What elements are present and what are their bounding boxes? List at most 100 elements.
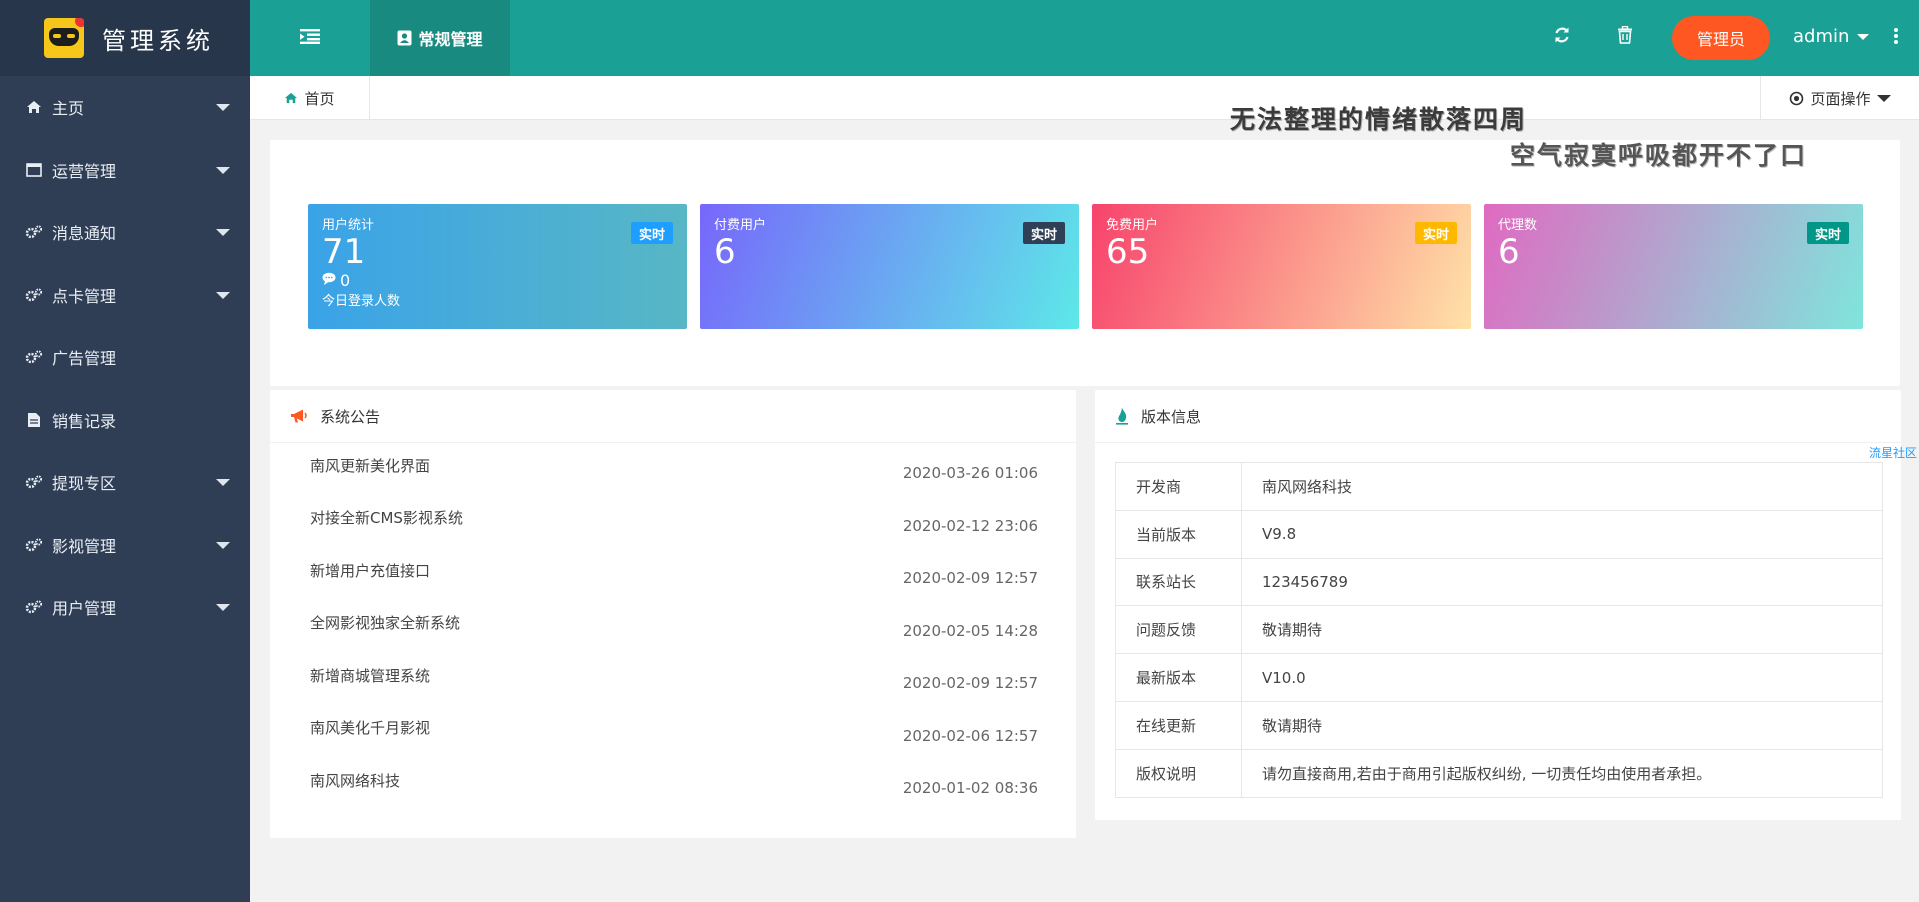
role-button[interactable]: 管理员: [1672, 16, 1770, 60]
table-row: 版权说明 请勿直接商用,若由于商用引起版权纠纷, 一切责任均由使用者承担。: [1115, 748, 1883, 798]
version-value: 南风网络科技: [1241, 462, 1883, 511]
list-item[interactable]: 全网影视独家全新系统 2020-02-05 14:28: [310, 601, 1038, 654]
announcement-title[interactable]: 全网影视独家全新系统: [310, 612, 460, 633]
bullhorn-icon: [290, 408, 308, 424]
announcement-title[interactable]: 南风更新美化界面: [310, 455, 430, 476]
table-row: 在线更新 敬请期待: [1115, 700, 1883, 750]
list-item[interactable]: 新增用户充值接口 2020-02-09 12:57: [310, 548, 1038, 601]
home-icon: [24, 100, 44, 114]
table-row: 当前版本 V9.8: [1115, 509, 1883, 559]
announcement-date: 2020-02-12 23:06: [902, 516, 1038, 535]
caret-down-icon: [216, 479, 230, 487]
list-item[interactable]: 南风更新美化界面 2020-03-26 01:06: [310, 443, 1038, 496]
stat-sub-value: 0: [340, 271, 351, 290]
sidebar-item-notifications[interactable]: 消息通知: [0, 201, 250, 264]
announcement-title[interactable]: 南风美化千月影视: [310, 717, 430, 738]
stat-label: 付费用户: [714, 218, 767, 233]
sidebar-toggle-button[interactable]: [250, 0, 370, 76]
version-key: 当前版本: [1115, 509, 1242, 559]
more-vertical-icon[interactable]: [1893, 27, 1899, 49]
caret-down-icon: [216, 104, 230, 112]
stat-value: 65: [1106, 232, 1150, 272]
announcement-title[interactable]: 新增商城管理系统: [310, 665, 430, 686]
stat-sub: 0: [322, 271, 673, 290]
sidebar-item-label: 点卡管理: [52, 286, 117, 306]
sidebar-item-label: 提现专区: [52, 474, 117, 494]
indent-icon: [300, 28, 320, 48]
refresh-icon[interactable]: [1553, 26, 1571, 48]
stat-value: 6: [1498, 232, 1520, 272]
stats-panel: 用户统计 71 实时 0 今日登录人数 付费用户 6 实时 免费用户 65 实时…: [270, 140, 1900, 386]
table-row: 问题反馈 敬请期待: [1115, 605, 1883, 655]
sidebar-item-home[interactable]: 主页: [0, 76, 250, 139]
decorative-lyric-line-2: 空气寂寞呼吸都开不了口: [1510, 141, 1808, 170]
announcement-date: 2020-02-06 12:57: [902, 726, 1038, 745]
version-value: 敬请期待: [1241, 700, 1883, 750]
page-operations-dropdown[interactable]: 页面操作: [1760, 76, 1919, 120]
stat-card-paid-users: 付费用户 6 实时: [700, 204, 1079, 329]
sidebar-item-label: 主页: [52, 99, 85, 119]
caret-down-icon: [1857, 33, 1870, 40]
realtime-badge: 实时: [1806, 222, 1849, 244]
tab-home[interactable]: 首页: [250, 76, 370, 120]
tab-home-label: 首页: [304, 89, 335, 108]
realtime-badge: 实时: [1414, 222, 1457, 244]
user-menu[interactable]: admin: [1793, 26, 1870, 47]
version-value: V10.0: [1241, 653, 1883, 702]
announcement-date: 2020-03-26 01:06: [902, 464, 1038, 483]
caret-down-icon: [216, 229, 230, 237]
list-item[interactable]: 对接全新CMS影视系统 2020-02-12 23:06: [310, 496, 1038, 549]
sidebar-item-operations[interactable]: 运营管理: [0, 139, 250, 202]
sidebar-item-withdraw[interactable]: 提现专区: [0, 451, 250, 514]
tab-label: 常规管理: [418, 30, 483, 49]
top-header: 常规管理 管理员 admin: [250, 0, 1919, 76]
trash-icon[interactable]: [1617, 25, 1633, 48]
app-title: 管理系统: [102, 26, 214, 55]
stat-card-users: 用户统计 71 实时 0 今日登录人数: [308, 204, 687, 329]
comments-icon: [322, 271, 340, 290]
sidebar-item-ads[interactable]: 广告管理: [0, 326, 250, 389]
panel-title: 版本信息: [1141, 407, 1202, 426]
sidebar: 管理系统 主页 运营管理 消息通知 点卡管理 广告管理 销售记录 提现专区 影视…: [0, 0, 250, 902]
stat-label: 用户统计: [322, 218, 375, 233]
community-link[interactable]: 流星社区: [1869, 444, 1917, 461]
cogs-icon: [24, 538, 44, 552]
sidebar-item-point-cards[interactable]: 点卡管理: [0, 264, 250, 327]
version-value: 请勿直接商用,若由于商用引起版权纠纷, 一切责任均由使用者承担。: [1241, 748, 1883, 798]
table-row: 联系站长 123456789: [1115, 557, 1883, 607]
address-card-icon: [397, 30, 412, 46]
announcement-title[interactable]: 新增用户充值接口: [310, 560, 430, 581]
tab-general-management[interactable]: 常规管理: [370, 0, 510, 76]
list-item[interactable]: 南风网络科技 2020-01-02 08:36: [310, 758, 1038, 811]
logo-icon: [44, 18, 84, 58]
sidebar-menu: 主页 运营管理 消息通知 点卡管理 广告管理 销售记录 提现专区 影视管理 用户…: [0, 76, 250, 639]
sidebar-item-label: 消息通知: [52, 224, 117, 244]
sidebar-item-video[interactable]: 影视管理: [0, 514, 250, 577]
announcement-title[interactable]: 对接全新CMS影视系统: [310, 507, 463, 528]
list-item[interactable]: 南风美化千月影视 2020-02-06 12:57: [310, 706, 1038, 759]
sidebar-item-label: 用户管理: [52, 599, 117, 619]
sidebar-item-users[interactable]: 用户管理: [0, 576, 250, 639]
announcement-date: 2020-02-09 12:57: [902, 674, 1038, 693]
sidebar-item-label: 广告管理: [52, 349, 117, 369]
system-announcements-panel: 系统公告 南风更新美化界面 2020-03-26 01:06 对接全新CMS影视…: [270, 390, 1076, 838]
stat-label: 代理数: [1498, 218, 1538, 233]
logo-area[interactable]: 管理系统: [0, 0, 250, 76]
announcement-date: 2020-01-02 08:36: [902, 779, 1038, 798]
announcement-list: 南风更新美化界面 2020-03-26 01:06 对接全新CMS影视系统 20…: [270, 443, 1076, 811]
version-value: 123456789: [1241, 557, 1883, 607]
version-key: 在线更新: [1115, 700, 1242, 750]
dot-circle-icon: [1789, 91, 1804, 106]
version-key: 最新版本: [1115, 653, 1242, 702]
list-item[interactable]: 新增商城管理系统 2020-02-09 12:57: [310, 653, 1038, 706]
version-table: 开发商 南风网络科技 当前版本 V9.8 联系站长 123456789 问题反馈…: [1115, 462, 1883, 798]
cogs-icon: [24, 225, 44, 239]
cogs-icon: [24, 600, 44, 614]
username: admin: [1793, 26, 1850, 47]
sidebar-item-sales[interactable]: 销售记录: [0, 389, 250, 452]
version-value: 敬请期待: [1241, 605, 1883, 655]
announcement-title[interactable]: 南风网络科技: [310, 770, 400, 791]
window-icon: [24, 162, 44, 177]
fire-icon: [1115, 407, 1129, 425]
sidebar-item-label: 运营管理: [52, 161, 117, 181]
